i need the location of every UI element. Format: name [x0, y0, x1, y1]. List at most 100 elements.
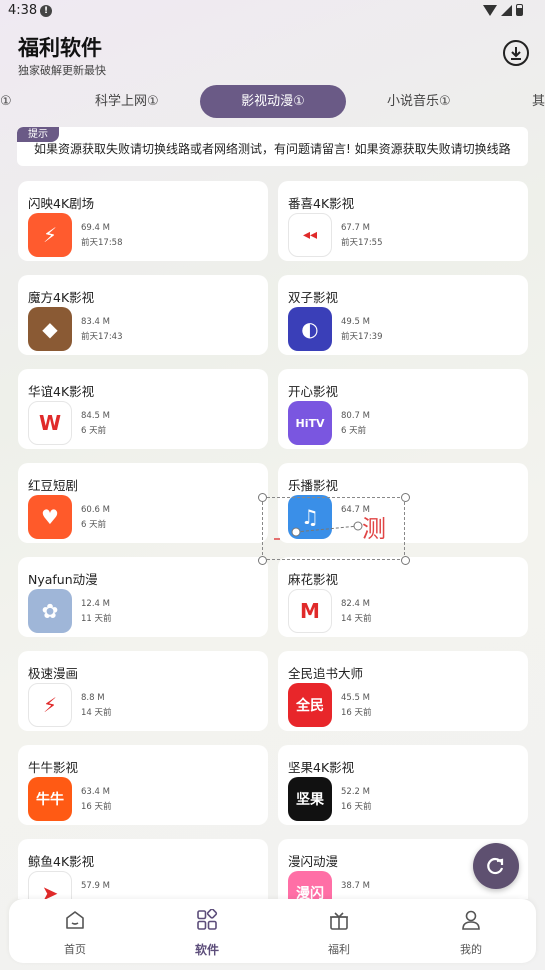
app-card[interactable]: 极速漫画 ⚡ 8.8 M 14 天前	[18, 651, 268, 731]
app-icon: ◂◂	[288, 213, 332, 257]
signal-icon	[501, 4, 512, 16]
app-icon: ◐	[288, 307, 332, 351]
nav-welfare-label: 福利	[328, 943, 350, 956]
app-update-time: 前天17:43	[81, 332, 123, 342]
user-icon	[462, 910, 480, 930]
app-card[interactable]: 鲸鱼4K影视 ➤ 57.9 M	[18, 839, 268, 899]
app-size: 52.2 M	[341, 787, 370, 797]
app-card[interactable]: 红豆短剧 ♥ 60.6 M 6 天前	[18, 463, 268, 543]
app-name: 极速漫画	[28, 666, 79, 681]
refresh-button[interactable]	[473, 843, 519, 889]
app-name: 开心影视	[288, 384, 339, 399]
app-size: 83.4 M	[81, 317, 110, 327]
arrow-annotation	[274, 521, 363, 540]
app-name: 闪映4K剧场	[28, 196, 95, 211]
app-update-time: 16 天前	[81, 802, 112, 812]
app-name: Nyafun动漫	[28, 572, 98, 587]
app-card[interactable]: Nyafun动漫 ✿ 12.4 M 11 天前	[18, 557, 268, 637]
app-name: 麻花影视	[288, 572, 339, 587]
tab-novel-music[interactable]: 小说音乐①	[387, 85, 451, 118]
app-icon: W	[28, 401, 72, 445]
app-name: 魔方4K影视	[28, 290, 95, 305]
app-update-time: 16 天前	[341, 708, 372, 718]
app-title: 福利软件	[18, 36, 102, 60]
app-icon: 坚果	[288, 777, 332, 821]
bottom-nav: 首页 软件 福利 我的	[9, 899, 536, 963]
app-update-time: 6 天前	[81, 426, 107, 436]
tab-video-anime[interactable]: 影视动漫①	[200, 85, 346, 118]
refresh-icon	[487, 857, 504, 875]
resize-handle[interactable]	[401, 493, 410, 502]
app-update-time: 前天17:58	[81, 238, 123, 248]
app-icon: ⚡	[28, 683, 72, 727]
home-icon	[66, 911, 84, 929]
app-name: 鲸鱼4K影视	[28, 854, 95, 869]
app-name: 乐播影视	[288, 478, 339, 493]
app-icon: M	[288, 589, 332, 633]
status-time: 4:38	[8, 3, 38, 18]
app-size: 82.4 M	[341, 599, 370, 609]
app-size: 69.4 M	[81, 223, 110, 233]
notification-icon: !	[40, 5, 52, 17]
resize-handle[interactable]	[258, 556, 267, 565]
app-subtitle: 独家破解更新最快	[18, 64, 106, 77]
app-update-time: 前天17:55	[341, 238, 383, 248]
gift-icon	[330, 912, 348, 930]
nav-mine[interactable]: 我的	[405, 899, 537, 963]
battery-icon	[516, 4, 523, 16]
wifi-icon	[483, 4, 497, 16]
app-name: 番喜4K影视	[288, 196, 355, 211]
app-card[interactable]: 坚果4K影视坚果 52.2 M 16 天前	[278, 745, 528, 825]
status-bar: 4:38 !	[0, 0, 545, 24]
notice-text: 如果资源获取失败请切换线路或者网络测试，有问题请留言! 如果资源获取失败请切换线…	[34, 142, 511, 156]
apps-icon	[197, 909, 218, 930]
app-icon: ◆	[28, 307, 72, 351]
app-update-time: 16 天前	[341, 802, 372, 812]
app-name: 双子影视	[288, 290, 339, 305]
app-update-time: 6 天前	[81, 520, 107, 530]
app-size: 57.9 M	[81, 881, 110, 891]
app-update-time: 6 天前	[341, 426, 367, 436]
app-card[interactable]: 牛牛影视 牛牛 63.4 M 16 天前	[18, 745, 268, 825]
nav-software-label: 软件	[194, 943, 219, 957]
app-card[interactable]: 闪映4K剧场 ⚡ 69.4 M 前天17:58	[18, 181, 268, 261]
tab-prev[interactable]: ①	[0, 85, 12, 118]
nav-home[interactable]: 首页	[9, 899, 141, 963]
app-size: 45.5 M	[341, 693, 370, 703]
resize-handle[interactable]	[401, 556, 410, 565]
app-size: 38.7 M	[341, 881, 370, 891]
nav-software[interactable]: 软件	[141, 899, 273, 963]
resize-handle[interactable]	[258, 493, 267, 502]
app-name: 牛牛影视	[28, 760, 79, 775]
app-name: 全民追书大师	[288, 666, 364, 681]
tab-other[interactable]: 其	[532, 85, 545, 118]
app-name: 漫闪动漫	[288, 854, 339, 869]
app-card[interactable]: 双子影视 ◐ 49.5 M 前天17:39	[278, 275, 528, 355]
overlay-text[interactable]: 测	[362, 509, 386, 544]
status-icons	[483, 4, 523, 16]
download-icon	[511, 47, 521, 60]
app-icon: 全民	[288, 683, 332, 727]
download-button[interactable]	[503, 40, 529, 66]
app-card[interactable]: 魔方4K影视 ◆ 83.4 M 前天17:43	[18, 275, 268, 355]
app-update-time: 11 天前	[81, 614, 112, 624]
app-icon: ⚡	[28, 213, 72, 257]
app-size: 63.4 M	[81, 787, 110, 797]
app-update-time: 前天17:39	[341, 332, 383, 342]
app-name: 坚果4K影视	[288, 760, 355, 775]
app-icon: 漫闪	[288, 871, 332, 899]
nav-welfare[interactable]: 福利	[273, 899, 405, 963]
app-size: 84.5 M	[81, 411, 110, 421]
tab-vpn[interactable]: 科学上网①	[95, 85, 159, 118]
app-card[interactable]: 全民追书大师全民 45.5 M 16 天前	[278, 651, 528, 731]
app-icon: ✿	[28, 589, 72, 633]
app-card[interactable]: 麻花影视 M 82.4 M 14 天前	[278, 557, 528, 637]
app-name: 华谊4K影视	[28, 384, 95, 399]
app-card[interactable]: 开心影视 HiTV 80.7 M 6 天前	[278, 369, 528, 449]
app-icon: ♥	[28, 495, 72, 539]
app-update-time: 14 天前	[341, 614, 372, 624]
app-card[interactable]: 华谊4K影视 W 84.5 M 6 天前	[18, 369, 268, 449]
app-size: 67.7 M	[341, 223, 370, 233]
app-card[interactable]: 番喜4K影视 ◂◂ 67.7 M 前天17:55	[278, 181, 528, 261]
nav-mine-label: 我的	[460, 943, 482, 956]
